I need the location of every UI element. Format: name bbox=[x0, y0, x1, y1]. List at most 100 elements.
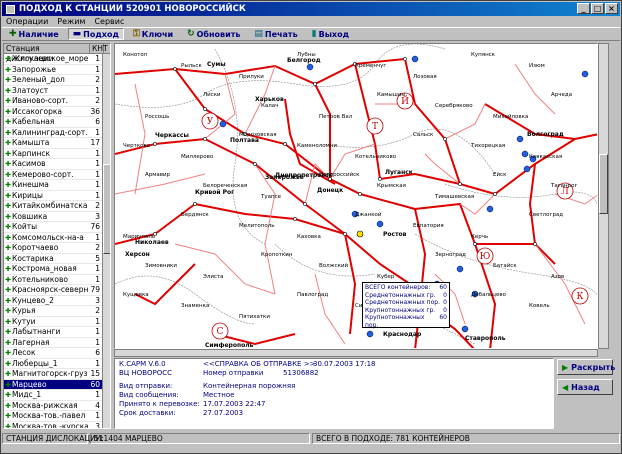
station-row[interactable]: ✚ Москва-тов.-павел 1 bbox=[4, 411, 110, 422]
station-row[interactable]: ✚ Москва-тов.-курская 3 bbox=[4, 422, 110, 429]
tooltip-row: Крупнотоннажных гр. 0 bbox=[365, 307, 447, 315]
city-label: Тимашевская bbox=[434, 194, 474, 200]
station-count: 1 bbox=[95, 264, 100, 273]
station-count: 17 bbox=[90, 138, 100, 147]
railway-map[interactable]: УТЙЛЮСК Сумы Белгород Харьков Полтава Луганс… bbox=[114, 43, 598, 349]
close-button[interactable]: × bbox=[605, 3, 618, 14]
station-row[interactable]: ✚ Костарика 5 bbox=[4, 254, 110, 264]
station-row[interactable]: ✚ Мидс_1 1 bbox=[4, 390, 110, 401]
city-label: Евпатория bbox=[413, 223, 444, 229]
station-row[interactable]: ✚ Койты 76 bbox=[4, 222, 110, 233]
station-count: 1 bbox=[95, 54, 100, 63]
station-row[interactable]: ✚ Кемерово-сорт. 1 bbox=[4, 169, 110, 180]
maximize-button[interactable]: □ bbox=[591, 3, 604, 14]
minimize-button[interactable]: _ bbox=[577, 3, 590, 14]
city-label: Лиски bbox=[203, 92, 221, 98]
back-arrow-icon: ◀ bbox=[562, 382, 569, 392]
station-row[interactable]: ✚ Красноярск-северн 79 bbox=[4, 285, 110, 296]
station-row[interactable]: ✚ Карпинск 1 bbox=[4, 149, 110, 159]
keys-button[interactable]: ⚿ Ключи bbox=[128, 28, 178, 40]
station-row[interactable]: ✚ Люберцы_1 1 bbox=[4, 359, 110, 369]
city-label: Лубны bbox=[297, 52, 316, 58]
station-name: Койты bbox=[12, 222, 38, 231]
menu-service[interactable]: Сервис bbox=[94, 17, 124, 26]
approach-button[interactable]: ▬ Подход bbox=[67, 28, 124, 40]
station-count: 3 bbox=[95, 211, 100, 221]
city-label: Котельниково bbox=[355, 154, 397, 160]
print-button[interactable]: ▤ Печать bbox=[249, 28, 302, 40]
station-row[interactable]: ✚ Магнитогорск-груз. 15 bbox=[4, 369, 110, 380]
header-count[interactable]: КНТ bbox=[90, 44, 108, 53]
stations-scrollbar[interactable] bbox=[102, 54, 110, 428]
city-label: Рыльск bbox=[181, 63, 202, 69]
station-count: 1 bbox=[95, 169, 100, 179]
exit-button[interactable]: ▮ Выход bbox=[307, 28, 354, 40]
station-count: 36 bbox=[90, 106, 100, 116]
region-label: С bbox=[217, 327, 224, 337]
row-marker-icon: ✚ bbox=[5, 191, 11, 200]
station-name: Кинешма bbox=[12, 180, 49, 189]
city-label: Арчеда bbox=[551, 92, 572, 98]
row-marker-icon: ✚ bbox=[5, 307, 11, 315]
station-row[interactable]: ✚ Котельниково 1 bbox=[4, 275, 110, 285]
menu-mode[interactable]: Режим bbox=[57, 17, 85, 26]
station-row[interactable]: ✚ Жигулевское_море 1 bbox=[4, 54, 110, 65]
city-label: Знаменка bbox=[181, 303, 209, 309]
city-label-major: Харьков bbox=[255, 96, 284, 103]
station-row[interactable]: ✚ Калининград-сорт. 1 bbox=[4, 128, 110, 138]
city-label-major: Белгород bbox=[287, 57, 321, 64]
map-scroll-thumb[interactable] bbox=[599, 154, 608, 214]
station-row[interactable]: ✚ Кирицы 1 bbox=[4, 191, 110, 201]
map-canvas[interactable]: У ТЙЛЮСК СумыБелгородХарьковПолтаваЛуганс… bbox=[115, 44, 598, 349]
station-count: 6 bbox=[95, 348, 100, 357]
station-row[interactable]: ✚ Кутуи 1 bbox=[4, 317, 110, 327]
tooltip-row: Крупнотоннажных пор. 60 bbox=[365, 314, 447, 329]
station-row[interactable]: ✚ Марцево 60 bbox=[4, 379, 110, 390]
station-row[interactable]: ✚ Кабельная 6 bbox=[4, 117, 110, 128]
map-vertical-scrollbar[interactable] bbox=[598, 43, 609, 349]
station-row[interactable]: ✚ Ковшика 3 bbox=[4, 211, 110, 222]
scroll-thumb[interactable] bbox=[103, 164, 110, 254]
station-row[interactable]: ✚ Златоуст 1 bbox=[4, 85, 110, 96]
city-label-major: Донецк bbox=[317, 187, 343, 194]
expand-button[interactable]: ▶ Раскрыть bbox=[557, 359, 615, 375]
station-row[interactable]: ✚ Кострома_новая 1 bbox=[4, 264, 110, 275]
station-row[interactable]: ✚ Коротчаево 2 bbox=[4, 243, 110, 254]
station-row[interactable]: ✚ Китайкомбинатская 2 bbox=[4, 201, 110, 212]
row-marker-icon: ✚ bbox=[5, 76, 11, 84]
station-row[interactable]: ✚ Иваново-сорт. 2 bbox=[4, 96, 110, 107]
tooltip-label: ВСЕГО контейнеров: bbox=[365, 284, 431, 291]
station-row[interactable]: ✚ Кинешма 1 bbox=[4, 180, 110, 191]
station-row[interactable]: ✚ Кунцево_2 3 bbox=[4, 296, 110, 306]
info-value: Контейнерная порожняя bbox=[203, 382, 296, 390]
station-row[interactable]: ✚ Касимов 1 bbox=[4, 159, 110, 170]
back-button[interactable]: ◀ Назад bbox=[557, 379, 613, 395]
row-marker-icon: ✚ bbox=[5, 128, 11, 137]
station-row[interactable]: ✚ Лабытнанги 1 bbox=[4, 327, 110, 338]
map-horizontal-scrollbar[interactable] bbox=[114, 349, 598, 357]
station-name: Камышта bbox=[12, 138, 50, 147]
menu-operations[interactable]: Операции bbox=[6, 17, 48, 26]
header-station-name[interactable]: Станция дислокации bbox=[4, 44, 90, 63]
availability-button[interactable]: ✚ Наличие bbox=[4, 28, 64, 40]
city-label: Камышин bbox=[377, 92, 405, 98]
row-marker-icon: ✚ bbox=[5, 380, 11, 389]
tooltip-value: 0 bbox=[443, 299, 447, 306]
row-marker-icon: ✚ bbox=[5, 391, 11, 399]
city-label: Прилуки bbox=[239, 74, 264, 80]
station-row[interactable]: ✚ Лесок 6 bbox=[4, 348, 110, 359]
status-station-label: СТАНЦИЯ ДИСЛОКАЦИИ: bbox=[2, 432, 104, 444]
row-marker-icon: ✚ bbox=[5, 317, 11, 326]
station-name: Златоуст bbox=[12, 85, 49, 95]
station-row[interactable]: ✚ Камышта 17 bbox=[4, 138, 110, 149]
station-row[interactable]: ✚ Лагерная 1 bbox=[4, 338, 110, 348]
window-title: ПОДХОД К СТАНЦИИ 520901 НОВОРОССИЙСК bbox=[19, 4, 246, 14]
station-row[interactable]: ✚ Запорожье 1 bbox=[4, 65, 110, 75]
station-row[interactable]: ✚ Иссакогорка 36 bbox=[4, 106, 110, 117]
station-row[interactable]: ✚ Курья 2 bbox=[4, 306, 110, 317]
station-count: 1 bbox=[95, 232, 100, 242]
station-row[interactable]: ✚ Москва-рижская 4 bbox=[4, 401, 110, 411]
station-row[interactable]: ✚ Комсомольск-на-а 1 bbox=[4, 232, 110, 243]
station-row[interactable]: ✚ Зеленый_дол 2 bbox=[4, 75, 110, 86]
refresh-button[interactable]: ↻ Обновить bbox=[182, 28, 245, 40]
